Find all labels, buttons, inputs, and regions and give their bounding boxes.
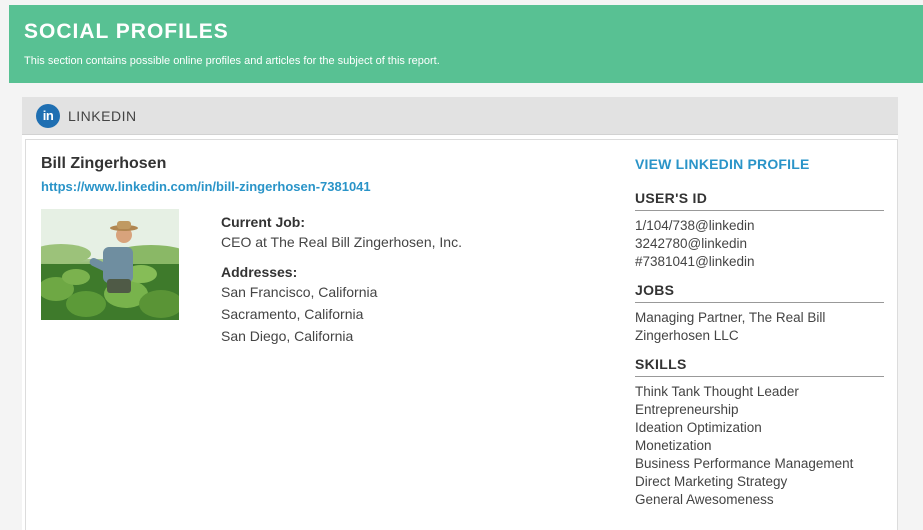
address-item: Sacramento, California (221, 306, 364, 322)
user-id-item: #7381041@linkedin (635, 254, 755, 269)
profile-url-link[interactable]: https://www.linkedin.com/in/bill-zingerh… (41, 179, 371, 194)
skill-item: Direct Marketing Strategy (635, 474, 788, 489)
profile-photo (41, 209, 179, 320)
users-id-title: USER'S ID (635, 189, 884, 211)
job-item: Zingerhosen LLC (635, 328, 739, 343)
addresses-label: Addresses: (221, 264, 298, 280)
skill-item: Ideation Optimization (635, 420, 762, 435)
jobs-title: JOBS (635, 281, 884, 303)
current-job-value: CEO at The Real Bill Zingerhosen, Inc. (221, 234, 462, 250)
profile-details: Current Job: CEO at The Real Bill Zinger… (221, 213, 551, 347)
skill-item: Entrepreneurship (635, 402, 739, 417)
current-job-label: Current Job: (221, 214, 305, 230)
skill-item: General Awesomeness (635, 492, 774, 507)
profile-sidebar: VIEW LINKEDIN PROFILE USER'S ID 1/104/73… (635, 155, 884, 509)
profile-name: Bill Zingerhosen (41, 155, 167, 172)
farmer-photo-image (41, 209, 179, 320)
section-title: SOCIAL PROFILES (24, 20, 229, 43)
address-item: San Diego, California (221, 328, 354, 344)
panel-label: LINKEDIN (68, 107, 137, 124)
linkedin-icon: in (36, 103, 60, 128)
profile-card: Bill Zingerhosen https://www.linkedin.co… (25, 139, 898, 530)
address-item: San Francisco, California (221, 284, 378, 300)
social-profiles-header: SOCIAL PROFILES This section contains po… (9, 5, 923, 83)
section-subtitle: This section contains possible online pr… (24, 55, 440, 67)
job-item: Managing Partner, The Real Bill (635, 310, 826, 325)
skill-item: Think Tank Thought Leader (635, 384, 799, 399)
view-linkedin-profile-link[interactable]: VIEW LINKEDIN PROFILE (635, 155, 884, 173)
user-id-item: 3242780@linkedin (635, 236, 748, 251)
skills-title: SKILLS (635, 355, 884, 377)
skill-item: Business Performance Management (635, 456, 854, 471)
user-id-item: 1/104/738@linkedin (635, 218, 755, 233)
linkedin-panel: in LINKEDIN Bill Zingerhosen https://www… (22, 97, 898, 530)
skill-item: Monetization (635, 438, 712, 453)
linkedin-panel-header: in LINKEDIN (22, 97, 898, 135)
